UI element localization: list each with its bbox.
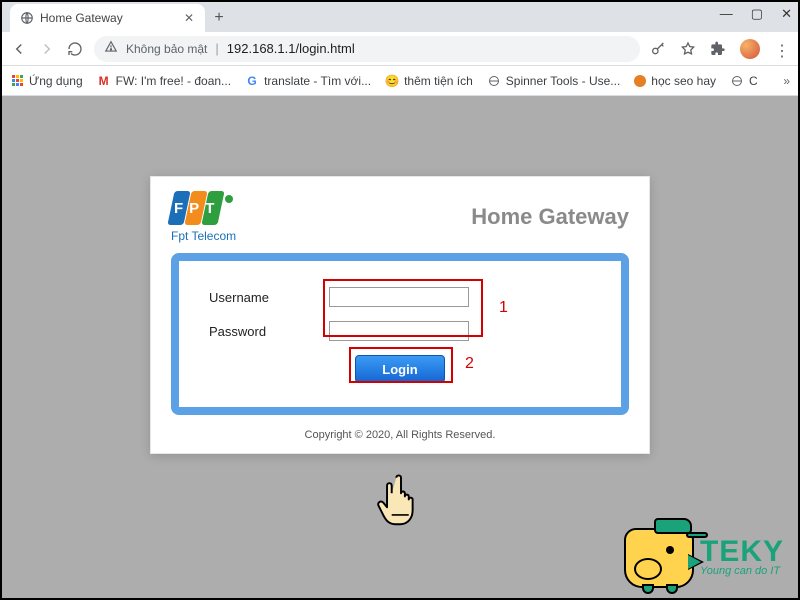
url-input[interactable]: Không bảo mật | 192.168.1.1/login.html xyxy=(94,36,640,62)
globe-icon xyxy=(730,74,744,88)
bookmark-item[interactable]: G translate - Tìm với... xyxy=(245,74,371,88)
minimize-button[interactable]: — xyxy=(720,6,733,22)
not-secure-icon xyxy=(104,40,118,57)
browser-window: — ▢ ✕ Home Gateway ✕ + Không bảo mật | 1… xyxy=(2,2,798,598)
bookmarks-overflow-icon[interactable]: » xyxy=(783,74,790,88)
profile-avatar[interactable] xyxy=(740,39,760,59)
extensions-icon[interactable] xyxy=(710,41,726,57)
username-label: Username xyxy=(209,290,329,305)
watermark-name: TEKY xyxy=(700,539,784,565)
back-button[interactable] xyxy=(10,40,28,58)
apps-button[interactable]: Ứng dụng xyxy=(10,74,83,88)
key-icon[interactable] xyxy=(650,41,666,57)
bookmarks-bar: Ứng dụng M FW: I'm free! - đoan... G tra… xyxy=(2,66,798,96)
menu-icon[interactable]: ⋮ xyxy=(774,41,790,57)
bookmark-item[interactable]: học seo hay xyxy=(634,74,716,88)
tab-title: Home Gateway xyxy=(40,11,177,25)
login-form: Username Password Login 1 2 xyxy=(171,253,629,415)
pointer-hand-icon xyxy=(376,470,426,530)
new-tab-button[interactable]: + xyxy=(205,4,233,32)
tab-close-icon[interactable]: ✕ xyxy=(183,11,195,25)
annotation-box-1 xyxy=(323,279,483,337)
password-label: Password xyxy=(209,324,329,339)
window-controls: — ▢ ✕ xyxy=(720,6,792,22)
browser-tab[interactable]: Home Gateway ✕ xyxy=(10,4,205,32)
security-label: Không bảo mật xyxy=(126,42,207,56)
bookmark-item[interactable]: M FW: I'm free! - đoan... xyxy=(97,74,231,88)
bookmark-item[interactable]: Spinner Tools - Use... xyxy=(487,74,621,88)
close-button[interactable]: ✕ xyxy=(781,6,792,22)
bookmark-item[interactable]: C xyxy=(730,74,758,88)
watermark: TEKY Young can do IT xyxy=(624,528,784,588)
globe-icon xyxy=(487,74,501,88)
page-viewport: FPT Fpt Telecom Home Gateway Username Pa… xyxy=(2,96,798,598)
annotation-number-2: 2 xyxy=(465,355,474,373)
watermark-slogan: Young can do IT xyxy=(700,565,784,577)
url-text: 192.168.1.1/login.html xyxy=(227,41,355,56)
duck-icon xyxy=(624,528,694,588)
annotation-number-1: 1 xyxy=(499,299,508,317)
reload-button[interactable] xyxy=(66,40,84,58)
address-bar: Không bảo mật | 192.168.1.1/login.html ⋮ xyxy=(2,32,798,66)
forward-button[interactable] xyxy=(38,40,56,58)
seo-icon xyxy=(634,75,646,87)
annotation-box-2 xyxy=(349,347,453,383)
star-icon[interactable] xyxy=(680,41,696,57)
bookmark-item[interactable]: 😊 thêm tiện ích xyxy=(385,74,473,88)
gmail-icon: M xyxy=(97,74,111,88)
google-icon: G xyxy=(245,74,259,88)
maximize-button[interactable]: ▢ xyxy=(751,6,763,22)
extension-icon: 😊 xyxy=(385,74,399,88)
brand-subtitle: Fpt Telecom xyxy=(171,229,236,243)
apps-label: Ứng dụng xyxy=(29,74,83,88)
copyright-text: Copyright © 2020, All Rights Reserved. xyxy=(171,429,629,441)
brand-logo: FPT Fpt Telecom xyxy=(171,191,236,243)
globe-icon xyxy=(20,11,34,25)
page-title: Home Gateway xyxy=(471,204,629,230)
login-panel: FPT Fpt Telecom Home Gateway Username Pa… xyxy=(150,176,650,454)
